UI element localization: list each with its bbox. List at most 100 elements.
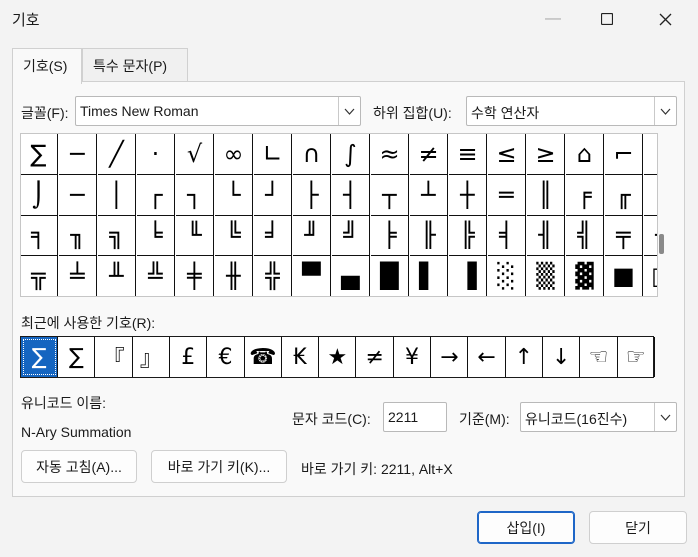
- maximize-icon[interactable]: [584, 4, 630, 34]
- symbol-cell[interactable]: ┐: [176, 174, 214, 216]
- recent-symbol-cell[interactable]: £: [170, 337, 208, 377]
- symbol-cell[interactable]: ╜: [293, 215, 331, 256]
- symbol-cell[interactable]: ─: [59, 174, 97, 216]
- symbol-cell[interactable]: ≠: [410, 134, 448, 175]
- symbol-cell[interactable]: ∩: [293, 134, 331, 175]
- symbol-cell[interactable]: ▀: [293, 255, 331, 296]
- symbol-cell[interactable]: ╙: [176, 215, 214, 256]
- font-dropdown[interactable]: Times New Roman: [75, 96, 361, 126]
- chevron-down-icon[interactable]: [338, 97, 360, 125]
- symbol-cell[interactable]: ╚: [215, 215, 253, 256]
- symbol-cell[interactable]: ≥: [527, 134, 565, 175]
- recent-symbol-cell[interactable]: →: [431, 337, 469, 377]
- char-code-input[interactable]: 2211: [383, 402, 447, 432]
- symbol-cell[interactable]: ├: [293, 174, 331, 216]
- symbol-cell[interactable]: ╩: [137, 255, 175, 296]
- symbol-cell[interactable]: ▐: [449, 255, 487, 296]
- symbol-cell[interactable]: ▄: [332, 255, 370, 296]
- symbol-cell[interactable]: ╘: [137, 215, 175, 256]
- recent-symbol-cell[interactable]: ∑: [21, 337, 58, 377]
- symbol-cell[interactable]: ▒: [527, 255, 565, 296]
- symbol-cell[interactable]: ╞: [371, 215, 409, 256]
- tab-special-characters[interactable]: 특수 문자(P): [82, 48, 188, 82]
- tab-symbols[interactable]: 기호(S): [12, 48, 82, 84]
- symbol-cell[interactable]: ╝: [332, 215, 370, 256]
- symbol-cell[interactable]: ╡: [488, 215, 526, 256]
- symbol-cell[interactable]: ╗: [98, 215, 136, 256]
- recent-symbol-cell[interactable]: ↓: [543, 337, 581, 377]
- symbol-cell[interactable]: ╨: [98, 255, 136, 296]
- symbol-cell[interactable]: ≈: [371, 134, 409, 175]
- symbol-cell[interactable]: ■: [605, 255, 643, 296]
- recent-symbol-cell[interactable]: ←: [469, 337, 506, 377]
- symbol-cell[interactable]: │: [98, 174, 136, 216]
- symbol-cell[interactable]: ╪: [176, 255, 214, 296]
- symbol-cell[interactable]: ⌡: [21, 174, 58, 216]
- recent-symbol-cell[interactable]: ₭: [282, 337, 320, 377]
- symbol-cell[interactable]: ╛: [254, 215, 292, 256]
- symbol-cell[interactable]: ╓: [605, 174, 643, 216]
- symbol-cell[interactable]: └: [215, 174, 253, 216]
- symbol-cell[interactable]: ⌐: [605, 134, 643, 175]
- symbol-cell[interactable]: ╒: [566, 174, 604, 216]
- recent-symbol-cell[interactable]: 』: [133, 337, 170, 377]
- symbol-cell[interactable]: ┌: [137, 174, 175, 216]
- recent-symbol-cell[interactable]: €: [208, 337, 245, 377]
- symbol-cell[interactable]: ╢: [527, 215, 565, 256]
- symbol-cell[interactable]: ╧: [59, 255, 97, 296]
- symbol-cell[interactable]: ∫: [332, 134, 370, 175]
- symbol-cell[interactable]: ┤: [332, 174, 370, 216]
- symbol-cell[interactable]: √: [176, 134, 214, 175]
- recent-symbol-cell[interactable]: ∑: [58, 337, 96, 377]
- scrollbar-thumb[interactable]: [659, 234, 664, 254]
- symbol-grid-scrollbar[interactable]: [655, 134, 669, 296]
- symbol-cell[interactable]: ┬: [371, 174, 409, 216]
- symbol-cell[interactable]: ░: [488, 255, 526, 296]
- symbol-cell[interactable]: ╖: [59, 215, 97, 256]
- recent-symbol-cell[interactable]: ☎: [245, 337, 282, 377]
- recent-symbol-cell[interactable]: ¥: [394, 337, 431, 377]
- chevron-down-icon[interactable]: [654, 403, 676, 431]
- recent-symbol-cell[interactable]: ≠: [357, 337, 394, 377]
- symbol-cell[interactable]: ╱: [98, 134, 136, 175]
- symbol-cell[interactable]: ┴: [410, 174, 448, 216]
- symbol-cell[interactable]: ∟: [254, 134, 292, 175]
- symbol-cell[interactable]: ║: [527, 174, 565, 216]
- symbol-cell[interactable]: ≤: [488, 134, 526, 175]
- symbol-cell[interactable]: █: [371, 255, 409, 296]
- symbol-cell[interactable]: ╟: [410, 215, 448, 256]
- symbol-cell[interactable]: ╦: [21, 255, 58, 296]
- symbol-cell[interactable]: ╬: [254, 255, 292, 296]
- recent-symbols: ∑ ∑ 『』 £ € ☎ ₭ ★ ≠ ¥ → ← ↑ ↓ ☜ ☞: [20, 336, 655, 378]
- minimize-icon[interactable]: —: [530, 4, 576, 34]
- symbol-cell[interactable]: ╤: [605, 215, 643, 256]
- symbol-cell[interactable]: ┘: [254, 174, 292, 216]
- insert-button[interactable]: 삽입(I): [477, 511, 575, 544]
- from-dropdown[interactable]: 유니코드(16진수): [520, 402, 677, 432]
- recent-symbol-cell[interactable]: ☞: [618, 337, 655, 377]
- symbol-cell[interactable]: ╠: [449, 215, 487, 256]
- symbol-cell[interactable]: ═: [488, 174, 526, 216]
- symbol-cell[interactable]: ⌂: [566, 134, 604, 175]
- symbol-cell[interactable]: ┼: [449, 174, 487, 216]
- symbol-cell[interactable]: ╫: [215, 255, 253, 296]
- symbol-cell[interactable]: ─: [59, 134, 97, 175]
- recent-symbol-cell[interactable]: ☜: [581, 337, 618, 377]
- symbol-cell[interactable]: ▓: [566, 255, 604, 296]
- recent-symbol-cell[interactable]: 『: [96, 337, 133, 377]
- symbol-cell[interactable]: ≡: [449, 134, 487, 175]
- symbol-cell[interactable]: ∞: [215, 134, 253, 175]
- symbol-cell[interactable]: ·: [137, 134, 175, 175]
- close-icon[interactable]: [642, 4, 688, 34]
- chevron-down-icon[interactable]: [654, 97, 676, 125]
- symbol-cell[interactable]: ▌: [410, 255, 448, 296]
- symbol-cell[interactable]: ∑: [21, 134, 58, 175]
- symbol-cell[interactable]: ╕: [21, 215, 58, 256]
- shortcut-key-button[interactable]: 바로 가기 키(K)...: [151, 450, 287, 483]
- recent-symbol-cell[interactable]: ★: [319, 337, 357, 377]
- close-button[interactable]: 닫기: [589, 511, 687, 544]
- recent-symbol-cell[interactable]: ↑: [506, 337, 543, 377]
- autocorrect-button[interactable]: 자동 고침(A)...: [21, 450, 137, 483]
- symbol-cell[interactable]: ╣: [566, 215, 604, 256]
- subset-dropdown[interactable]: 수학 연산자: [466, 96, 677, 126]
